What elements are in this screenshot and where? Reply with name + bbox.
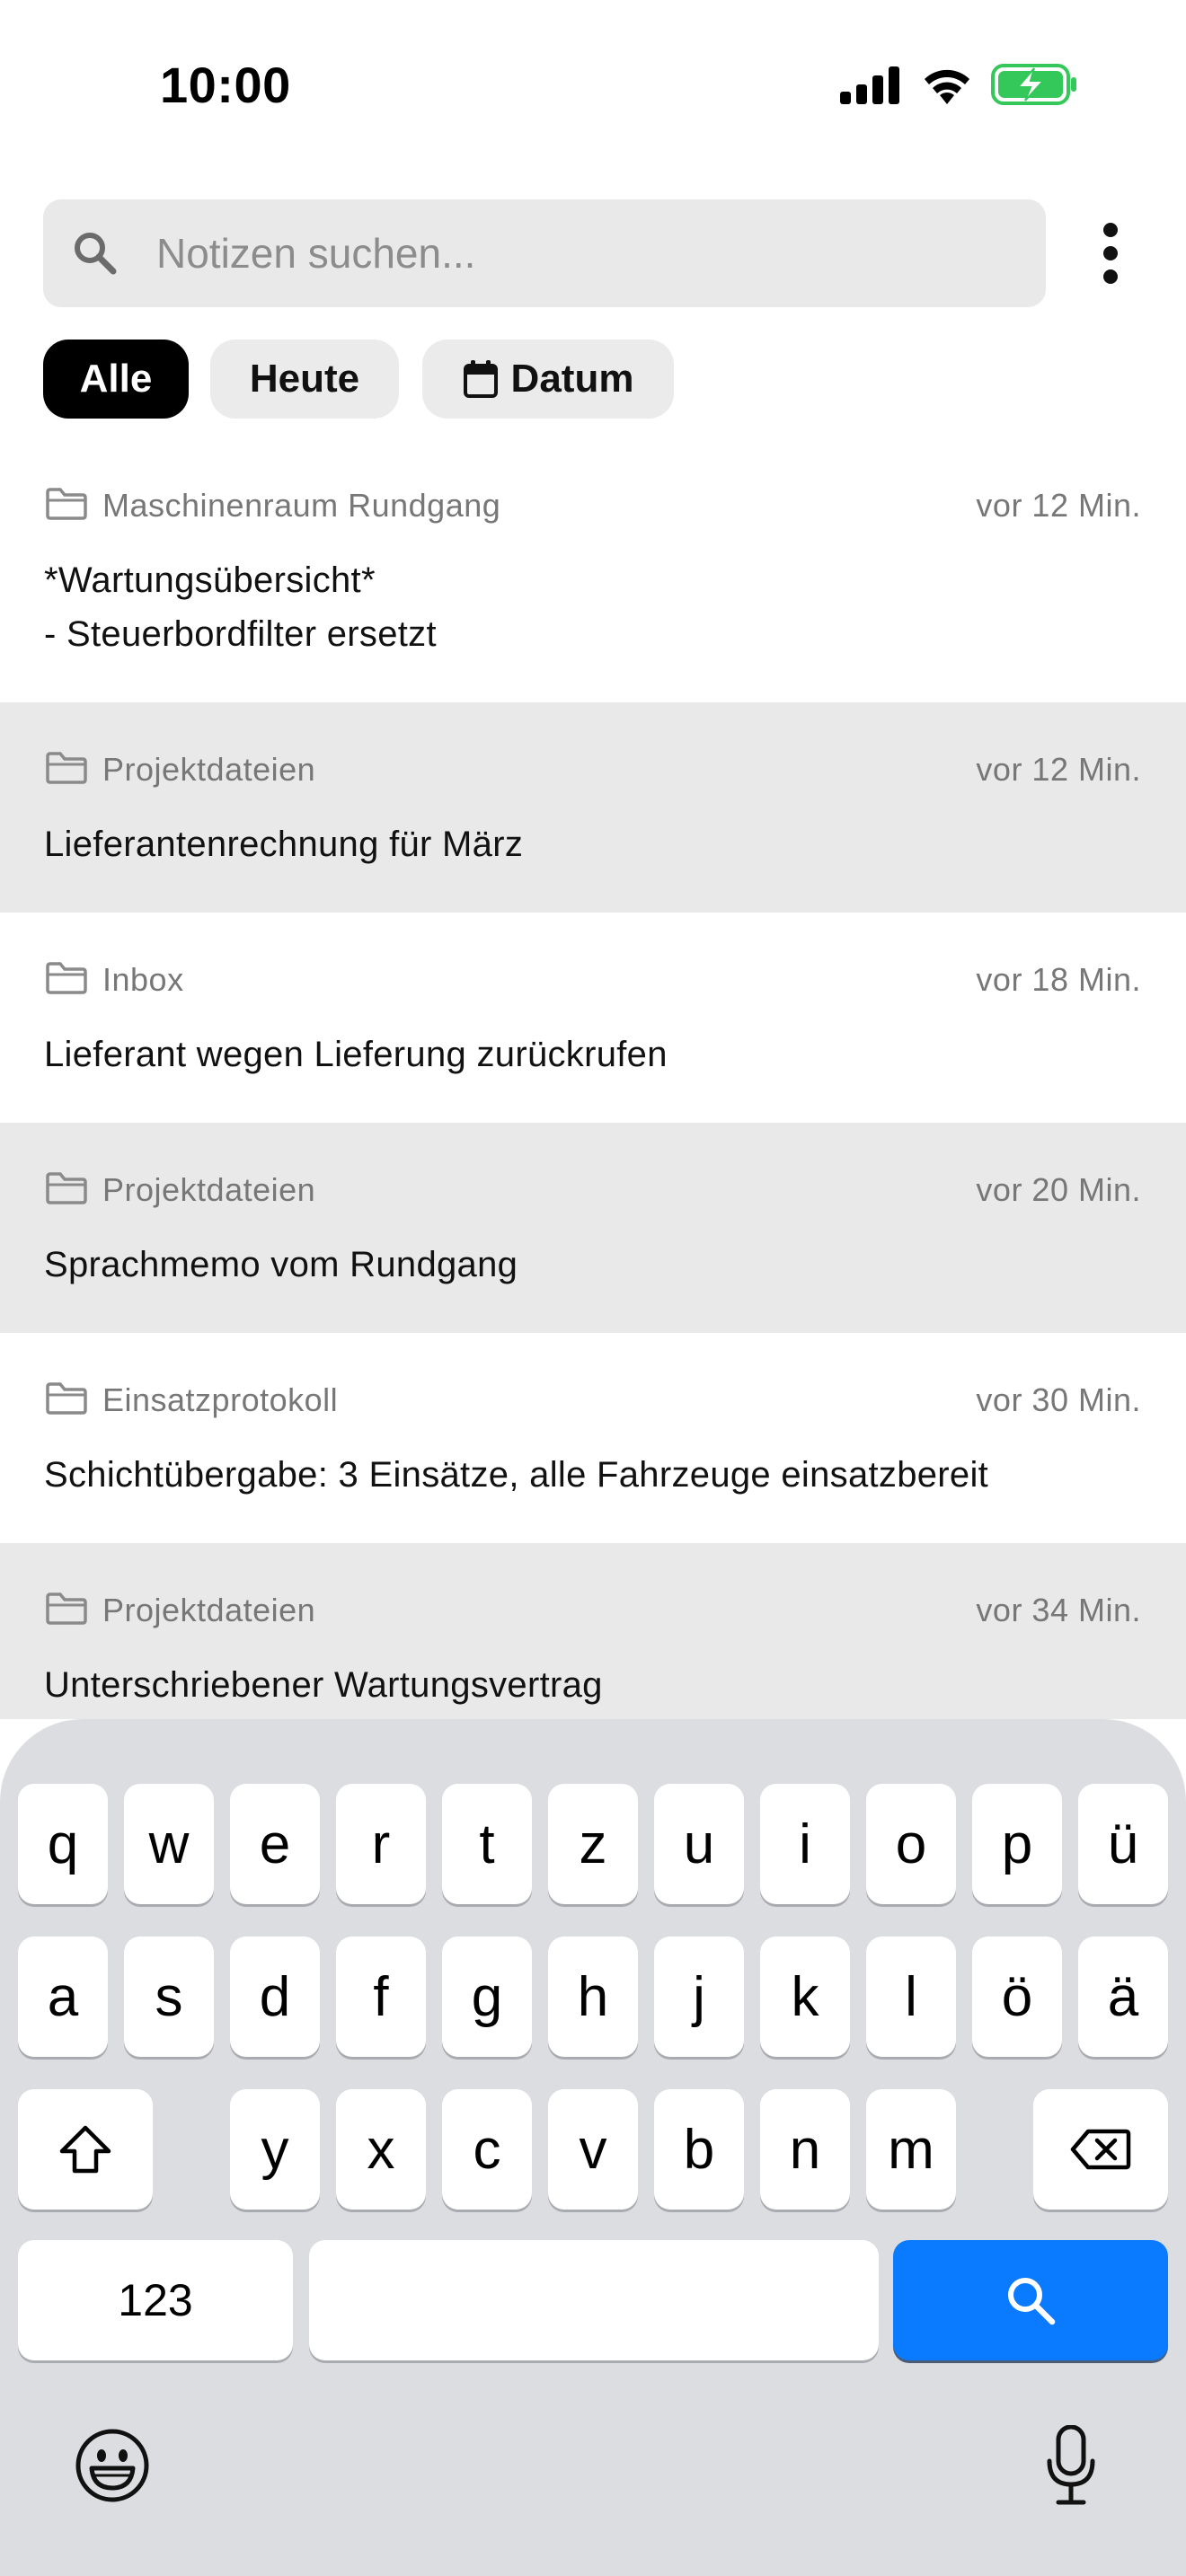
key-v[interactable]: v xyxy=(548,2089,638,2210)
more-options-icon[interactable] xyxy=(1093,219,1128,287)
on-screen-keyboard: q w e r t z u i o p ü a s d f g h j k l … xyxy=(0,1719,1186,2576)
folder-icon xyxy=(46,1382,87,1415)
numbers-key[interactable]: 123 xyxy=(18,2240,293,2360)
status-bar: 10:00 xyxy=(0,0,1186,171)
filter-chip-date[interactable]: Datum xyxy=(422,340,674,419)
key-w[interactable]: w xyxy=(124,1784,214,1904)
key-y[interactable]: y xyxy=(230,2089,320,2210)
note-time: vor 12 Min. xyxy=(976,487,1141,524)
filter-chip-label: Alle xyxy=(79,357,153,401)
calendar-icon xyxy=(463,360,498,398)
note-time: vor 34 Min. xyxy=(976,1592,1141,1628)
search-key[interactable] xyxy=(893,2240,1168,2360)
key-j[interactable]: j xyxy=(654,1936,744,2057)
key-c[interactable]: c xyxy=(442,2089,532,2210)
battery-icon xyxy=(991,64,1076,105)
folder-icon xyxy=(46,1592,87,1625)
note-text: Lieferantenrechnung für März xyxy=(44,825,524,864)
note-item[interactable]: Inbox vor 18 Min. Lieferant wegen Liefer… xyxy=(0,913,1186,1123)
key-oe[interactable]: ö xyxy=(972,1936,1062,2057)
key-k[interactable]: k xyxy=(760,1936,850,2057)
shift-icon xyxy=(59,2125,111,2174)
note-folder: Einsatzprotokoll xyxy=(102,1381,339,1418)
filter-chip-label: Heute xyxy=(249,357,360,401)
note-time: vor 30 Min. xyxy=(976,1381,1141,1418)
key-g[interactable]: g xyxy=(442,1936,532,2057)
key-q[interactable]: q xyxy=(18,1784,108,1904)
note-item[interactable]: Projektdateien vor 34 Min. Unterschriebe… xyxy=(0,1543,1186,1719)
key-h[interactable]: h xyxy=(548,1936,638,2057)
key-p[interactable]: p xyxy=(972,1784,1062,1904)
key-l[interactable]: l xyxy=(866,1936,956,2057)
key-i[interactable]: i xyxy=(760,1784,850,1904)
space-key[interactable] xyxy=(309,2240,879,2360)
search-input[interactable] xyxy=(156,199,1019,307)
key-ue[interactable]: ü xyxy=(1078,1784,1168,1904)
note-folder: Projektdateien xyxy=(102,751,316,788)
key-e[interactable]: e xyxy=(230,1784,320,1904)
key-b[interactable]: b xyxy=(654,2089,744,2210)
key-r[interactable]: r xyxy=(336,1784,426,1904)
key-f[interactable]: f xyxy=(336,1936,426,2057)
note-text: Schichtübergabe: 3 Einsätze, alle Fahrze… xyxy=(44,1455,989,1495)
folder-icon xyxy=(46,962,87,994)
filter-chip-all[interactable]: Alle xyxy=(43,340,189,419)
key-s[interactable]: s xyxy=(124,1936,214,2057)
key-o[interactable]: o xyxy=(866,1784,956,1904)
backspace-icon xyxy=(1070,2129,1131,2170)
emoji-icon[interactable] xyxy=(74,2427,151,2504)
key-ae[interactable]: ä xyxy=(1078,1936,1168,2057)
search-box[interactable] xyxy=(43,199,1046,307)
filter-chip-label: Datum xyxy=(510,357,634,401)
key-n[interactable]: n xyxy=(760,2089,850,2210)
status-time: 10:00 xyxy=(160,57,291,113)
note-folder: Projektdateien xyxy=(102,1171,316,1208)
key-t[interactable]: t xyxy=(442,1784,532,1904)
key-z[interactable]: z xyxy=(548,1784,638,1904)
key-m[interactable]: m xyxy=(866,2089,956,2210)
filter-chip-today[interactable]: Heute xyxy=(210,340,399,419)
note-text: Unterschriebener Wartungsvertrag xyxy=(44,1665,603,1705)
note-text: *Wartungsübersicht* - Steuerbordfilter e… xyxy=(44,560,437,654)
note-item[interactable]: Einsatzprotokoll vor 30 Min. Schichtüber… xyxy=(0,1333,1186,1543)
note-item[interactable]: Projektdateien vor 20 Min. Sprachmemo vo… xyxy=(0,1123,1186,1333)
wifi-icon xyxy=(925,69,969,104)
signal-icon xyxy=(840,66,899,104)
shift-key[interactable] xyxy=(18,2089,153,2210)
note-time: vor 20 Min. xyxy=(976,1171,1141,1208)
folder-icon xyxy=(46,1172,87,1204)
key-x[interactable]: x xyxy=(336,2089,426,2210)
note-text: Lieferant wegen Lieferung zurückrufen xyxy=(44,1035,668,1074)
note-time: vor 18 Min. xyxy=(976,961,1141,998)
backspace-key[interactable] xyxy=(1033,2089,1168,2210)
microphone-icon[interactable] xyxy=(1046,2425,1096,2506)
folder-icon xyxy=(46,752,87,784)
search-icon xyxy=(1008,2278,1056,2325)
notes-list: Maschinenraum Rundgang vor 12 Min. *Wart… xyxy=(0,449,1186,1719)
key-a[interactable]: a xyxy=(18,1936,108,2057)
note-folder: Maschinenraum Rundgang xyxy=(102,487,501,524)
key-u[interactable]: u xyxy=(654,1784,744,1904)
note-time: vor 12 Min. xyxy=(976,751,1141,788)
search-icon xyxy=(75,233,117,275)
folder-icon xyxy=(46,488,87,520)
key-d[interactable]: d xyxy=(230,1936,320,2057)
note-folder: Projektdateien xyxy=(102,1592,316,1628)
note-folder: Inbox xyxy=(102,961,184,998)
note-item[interactable]: Projektdateien vor 12 Min. Lieferantenre… xyxy=(0,702,1186,913)
note-text: Sprachmemo vom Rundgang xyxy=(44,1245,518,1284)
note-item[interactable]: Maschinenraum Rundgang vor 12 Min. *Wart… xyxy=(0,449,1186,702)
